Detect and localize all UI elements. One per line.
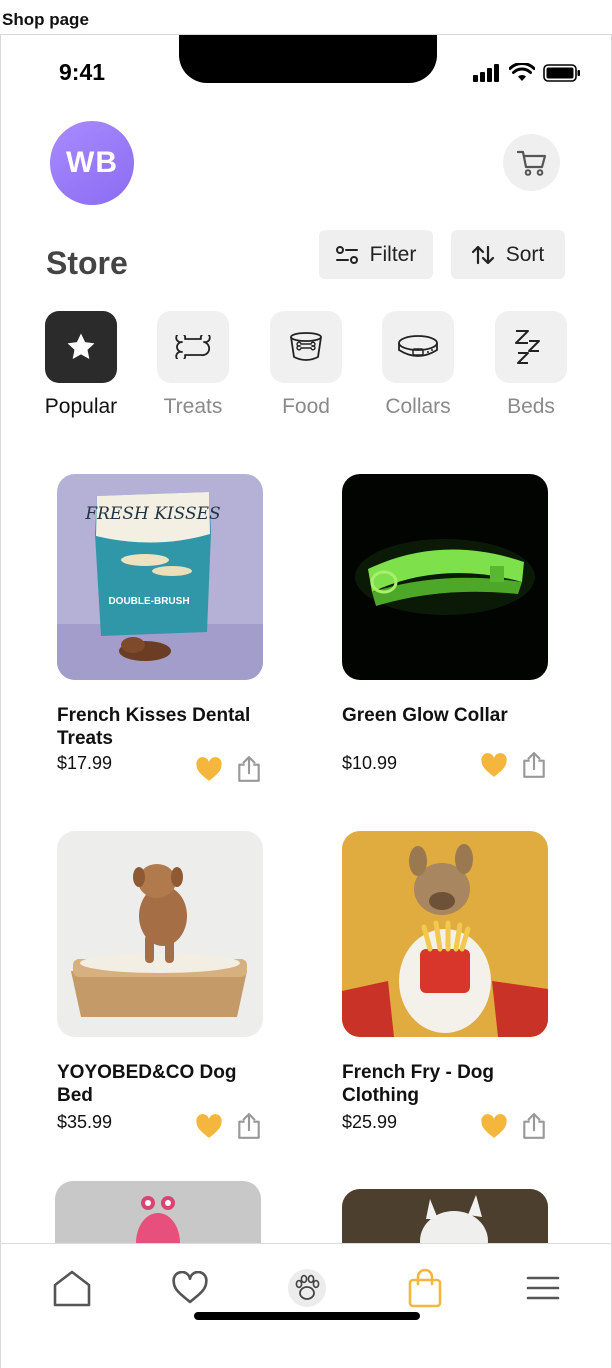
- category-tile: [45, 311, 117, 383]
- sleep-zzz-icon: [515, 330, 540, 364]
- category-tile: [157, 311, 229, 383]
- tab-shop[interactable]: [403, 1266, 447, 1310]
- product-name: YOYOBED&CO Dog Bed: [57, 1062, 237, 1106]
- status-icons: [473, 63, 581, 82]
- signal-icon: [473, 63, 499, 82]
- category-food[interactable]: Food: [251, 311, 361, 419]
- filter-icon: [335, 245, 358, 264]
- product-card[interactable]: Green Glow Collar $10.99: [342, 474, 562, 778]
- package-variant-text: DOUBLE-BRUSH: [108, 596, 189, 607]
- cart-button[interactable]: [503, 134, 560, 191]
- food-bowl-icon: [290, 332, 322, 361]
- product-image[interactable]: [342, 474, 548, 680]
- avatar-initials: WB: [66, 146, 118, 179]
- product-image[interactable]: FRESH KISSES DOUBLE-BRUSH: [57, 474, 263, 680]
- package-brand-text: FRESH KISSES: [84, 504, 220, 524]
- product-actions: [195, 755, 263, 783]
- product-image[interactable]: [55, 1181, 261, 1251]
- category-tile: [382, 311, 454, 383]
- product-price: $35.99: [57, 1112, 113, 1132]
- sort-button[interactable]: Sort: [451, 230, 565, 279]
- battery-icon: [543, 63, 580, 82]
- category-treats[interactable]: Treats: [138, 311, 248, 419]
- collar-icon: [398, 335, 438, 357]
- page-label: Shop page: [2, 10, 89, 29]
- product-actions: [195, 1112, 263, 1140]
- category-popular[interactable]: Popular: [26, 311, 136, 419]
- tab-pets[interactable]: [285, 1266, 329, 1310]
- product-card[interactable]: YOYOBED&CO Dog Bed $35.99: [57, 831, 277, 1139]
- filter-label: Filter: [369, 242, 417, 266]
- product-card[interactable]: [55, 1181, 275, 1251]
- cart-icon: [516, 150, 546, 176]
- shopping-bag-icon: [408, 1268, 442, 1308]
- category-label: Popular: [44, 395, 118, 418]
- category-label: Collars: [385, 395, 451, 418]
- device-notch: [179, 35, 437, 83]
- product-image[interactable]: [342, 831, 548, 1037]
- category-collars[interactable]: Collars: [363, 311, 473, 419]
- product-price: $25.99: [342, 1112, 398, 1132]
- heart-filled-icon[interactable]: [195, 756, 223, 782]
- filter-button[interactable]: Filter: [319, 230, 433, 279]
- home-icon: [53, 1270, 91, 1307]
- tab-home[interactable]: [50, 1266, 94, 1310]
- category-label: Food: [282, 395, 330, 418]
- sort-icon: [471, 245, 494, 264]
- heart-icon: [172, 1271, 208, 1304]
- wifi-icon: [509, 63, 535, 81]
- share-icon[interactable]: [235, 1112, 263, 1140]
- page-title: Store: [46, 245, 128, 281]
- home-indicator: [194, 1312, 420, 1320]
- category-beds[interactable]: Beds: [476, 311, 586, 419]
- tab-bar: [1, 1243, 611, 1368]
- product-actions: [480, 751, 548, 779]
- product-name: French Fry - Dog Clothing: [342, 1062, 495, 1106]
- category-tile: [495, 311, 567, 383]
- product-price: $10.99: [342, 753, 398, 773]
- product-card[interactable]: [342, 1189, 562, 1251]
- status-time: 9:41: [59, 59, 106, 85]
- product-image[interactable]: [57, 831, 263, 1037]
- star-icon: [67, 333, 95, 360]
- product-name: Green Glow Collar: [342, 705, 508, 726]
- share-icon[interactable]: [520, 1112, 548, 1140]
- category-label: Beds: [507, 395, 555, 418]
- paw-icon: [288, 1269, 326, 1307]
- share-icon[interactable]: [235, 755, 263, 783]
- phone-screen: 9:41 WB Store Filter Sort Popular Treats…: [0, 34, 612, 1368]
- product-card[interactable]: FRESH KISSES DOUBLE-BRUSH French Kisses …: [57, 474, 277, 782]
- tab-favorites[interactable]: [168, 1266, 212, 1310]
- avatar[interactable]: WB: [50, 121, 134, 205]
- tab-menu[interactable]: [521, 1266, 565, 1310]
- heart-filled-icon[interactable]: [480, 1113, 508, 1139]
- share-icon[interactable]: [520, 751, 548, 779]
- category-tile: [270, 311, 342, 383]
- heart-filled-icon[interactable]: [195, 1113, 223, 1139]
- product-price: $17.99: [57, 753, 113, 773]
- bone-icon: [175, 335, 211, 359]
- product-actions: [480, 1112, 548, 1140]
- product-name: French Kisses Dental Treats: [57, 705, 251, 749]
- menu-icon: [526, 1276, 560, 1300]
- product-image[interactable]: [342, 1189, 548, 1251]
- product-card[interactable]: French Fry - Dog Clothing $25.99: [342, 831, 562, 1139]
- category-label: Treats: [163, 395, 223, 418]
- sort-label: Sort: [505, 242, 545, 266]
- heart-filled-icon[interactable]: [480, 752, 508, 778]
